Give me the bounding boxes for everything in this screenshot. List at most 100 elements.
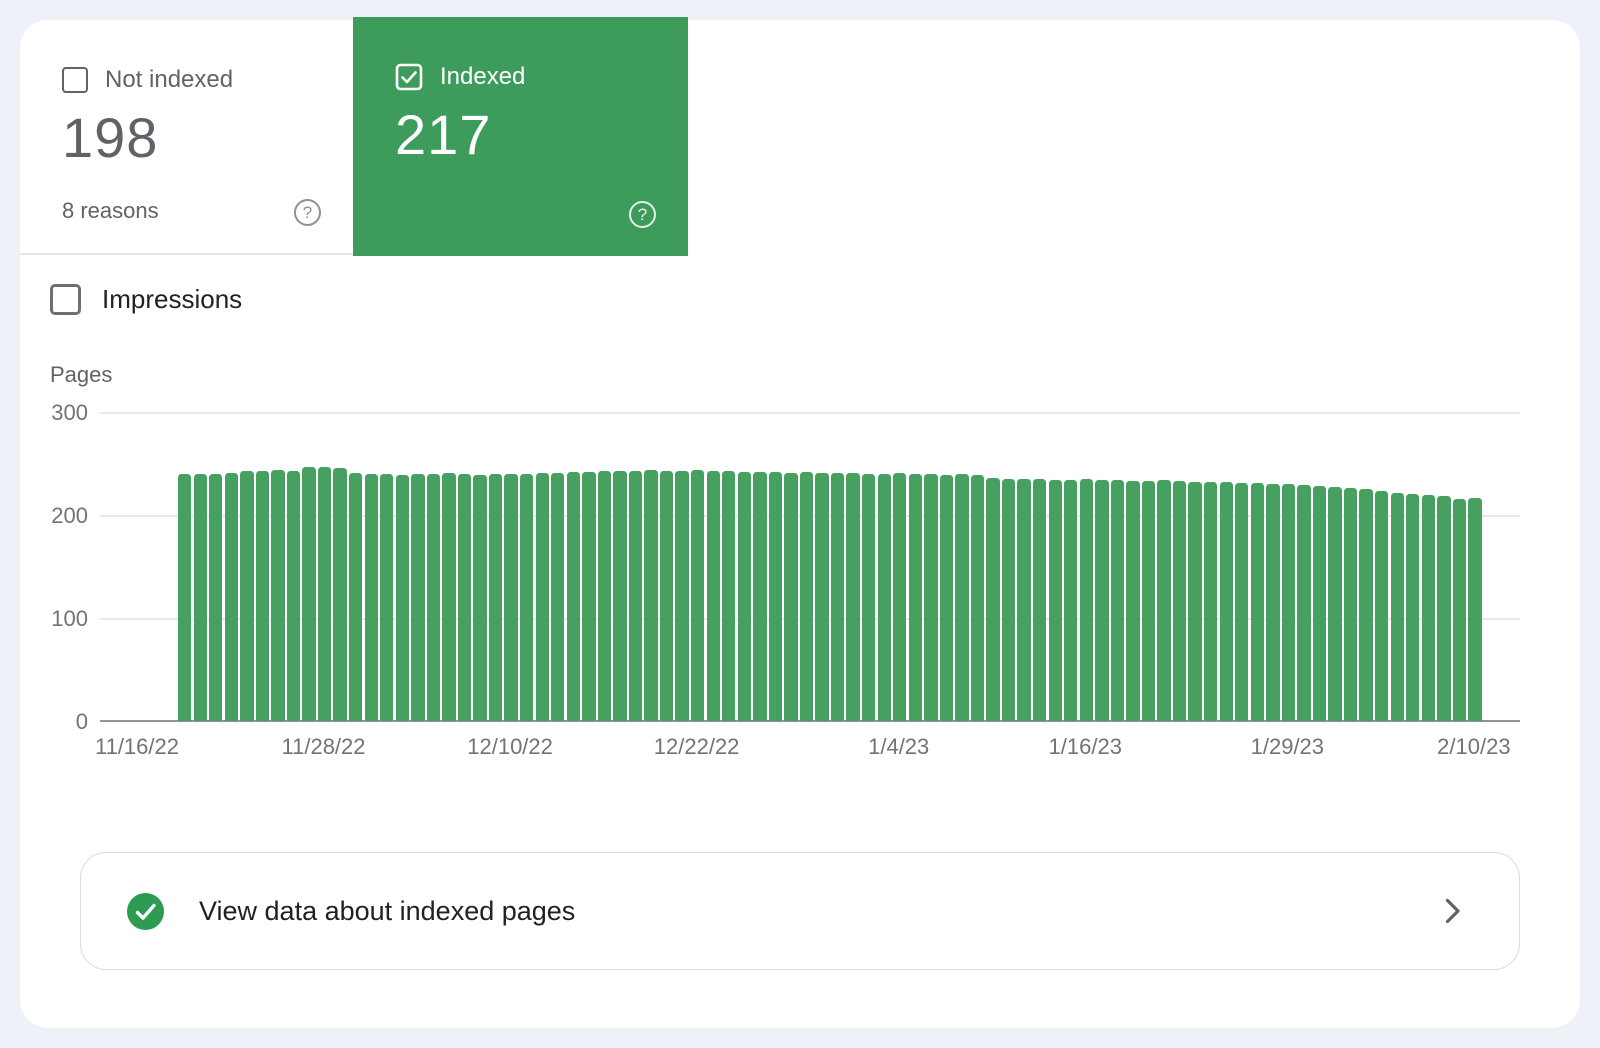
bar-1/22/23[interactable] bbox=[1173, 481, 1186, 721]
bar-12/28/22[interactable] bbox=[784, 473, 797, 721]
bar-2/9/23[interactable] bbox=[1453, 499, 1466, 721]
bar-1/5/23[interactable] bbox=[909, 474, 922, 721]
not-indexed-metric-box[interactable]: Not indexed 198 8 reasons ? bbox=[20, 20, 353, 254]
not-indexed-count: 198 bbox=[62, 110, 158, 166]
bar-1/13/23[interactable] bbox=[1033, 479, 1046, 721]
bar-12/13/22[interactable] bbox=[551, 473, 564, 721]
bar-11/21/22[interactable] bbox=[209, 474, 222, 721]
not-indexed-label: Not indexed bbox=[105, 66, 233, 94]
bar-1/12/23[interactable] bbox=[1017, 479, 1030, 721]
bar-12/12/22[interactable] bbox=[536, 473, 549, 721]
bar-12/1/22[interactable] bbox=[365, 474, 378, 721]
bar-1/16/23[interactable] bbox=[1080, 479, 1093, 721]
not-indexed-reasons: 8 reasons bbox=[62, 198, 159, 224]
bar-11/22/22[interactable] bbox=[225, 473, 238, 721]
bar-12/15/22[interactable] bbox=[582, 472, 595, 721]
bar-2/8/23[interactable] bbox=[1437, 496, 1450, 721]
bar-1/1/23[interactable] bbox=[846, 473, 859, 721]
help-icon[interactable]: ? bbox=[629, 201, 656, 228]
bar-1/27/23[interactable] bbox=[1251, 483, 1264, 721]
bar-12/29/22[interactable] bbox=[800, 472, 813, 721]
bar-2/1/23[interactable] bbox=[1328, 487, 1341, 721]
bar-12/11/22[interactable] bbox=[520, 474, 533, 721]
impressions-checkbox[interactable] bbox=[50, 284, 81, 315]
bar-12/3/22[interactable] bbox=[396, 475, 409, 721]
bar-12/18/22[interactable] bbox=[629, 471, 642, 721]
bar-12/2/22[interactable] bbox=[380, 474, 393, 721]
bar-1/29/23[interactable] bbox=[1282, 484, 1295, 721]
y-tick-label: 300 bbox=[28, 400, 88, 426]
bar-2/5/23[interactable] bbox=[1391, 493, 1404, 721]
bar-2/7/23[interactable] bbox=[1422, 495, 1435, 721]
indexed-checkbox-checked-icon[interactable] bbox=[395, 63, 423, 91]
bar-12/17/22[interactable] bbox=[613, 471, 626, 721]
bar-1/24/23[interactable] bbox=[1204, 482, 1217, 721]
bar-1/15/23[interactable] bbox=[1064, 480, 1077, 721]
bar-12/21/22[interactable] bbox=[675, 471, 688, 721]
bar-12/9/22[interactable] bbox=[489, 474, 502, 721]
bar-1/31/23[interactable] bbox=[1313, 486, 1326, 721]
bar-11/28/22[interactable] bbox=[318, 467, 331, 721]
bar-12/10/22[interactable] bbox=[504, 474, 517, 721]
bar-1/9/23[interactable] bbox=[971, 475, 984, 721]
bar-11/24/22[interactable] bbox=[256, 471, 269, 721]
bar-2/4/23[interactable] bbox=[1375, 491, 1388, 721]
view-indexed-pages-banner[interactable]: View data about indexed pages bbox=[80, 852, 1520, 970]
bar-11/20/22[interactable] bbox=[194, 474, 207, 721]
bar-12/31/22[interactable] bbox=[831, 473, 844, 721]
impressions-toggle[interactable]: Impressions bbox=[50, 284, 242, 315]
bar-1/10/23[interactable] bbox=[986, 478, 999, 721]
bar-1/3/23[interactable] bbox=[878, 474, 891, 721]
bar-12/14/22[interactable] bbox=[567, 472, 580, 721]
bar-11/27/22[interactable] bbox=[302, 467, 315, 721]
bar-12/20/22[interactable] bbox=[660, 471, 673, 721]
bar-1/7/23[interactable] bbox=[940, 475, 953, 721]
bar-12/27/22[interactable] bbox=[769, 472, 782, 721]
y-tick-label: 200 bbox=[28, 503, 88, 529]
bar-12/26/22[interactable] bbox=[753, 472, 766, 721]
bar-1/2/23[interactable] bbox=[862, 474, 875, 721]
bar-12/19/22[interactable] bbox=[644, 470, 657, 721]
indexed-metric-box[interactable]: Indexed 217 ? bbox=[353, 17, 688, 256]
help-icon[interactable]: ? bbox=[294, 199, 321, 226]
bar-11/23/22[interactable] bbox=[240, 471, 253, 721]
bar-2/10/23[interactable] bbox=[1468, 498, 1481, 722]
bar-1/19/23[interactable] bbox=[1126, 481, 1139, 721]
y-axis-title: Pages bbox=[50, 362, 112, 388]
bar-1/30/23[interactable] bbox=[1297, 485, 1310, 721]
bar-1/6/23[interactable] bbox=[924, 474, 937, 721]
bar-11/30/22[interactable] bbox=[349, 473, 362, 721]
bar-1/25/23[interactable] bbox=[1220, 482, 1233, 721]
bar-11/29/22[interactable] bbox=[333, 468, 346, 721]
bar-1/18/23[interactable] bbox=[1111, 480, 1124, 721]
bar-12/6/22[interactable] bbox=[442, 473, 455, 721]
x-tick-label: 12/22/22 bbox=[627, 734, 767, 760]
bar-1/21/23[interactable] bbox=[1157, 480, 1170, 721]
bar-2/2/23[interactable] bbox=[1344, 488, 1357, 721]
bar-2/6/23[interactable] bbox=[1406, 494, 1419, 721]
bar-1/28/23[interactable] bbox=[1266, 484, 1279, 721]
bar-1/26/23[interactable] bbox=[1235, 483, 1248, 721]
bar-11/25/22[interactable] bbox=[271, 470, 284, 721]
bar-1/11/23[interactable] bbox=[1002, 479, 1015, 721]
bar-12/22/22[interactable] bbox=[691, 470, 704, 721]
bar-2/3/23[interactable] bbox=[1359, 489, 1372, 721]
bar-1/20/23[interactable] bbox=[1142, 481, 1155, 721]
bar-12/23/22[interactable] bbox=[707, 471, 720, 721]
bar-12/16/22[interactable] bbox=[598, 471, 611, 721]
bar-11/26/22[interactable] bbox=[287, 471, 300, 721]
bar-12/8/22[interactable] bbox=[473, 475, 486, 721]
bar-12/30/22[interactable] bbox=[815, 473, 828, 721]
bar-1/14/23[interactable] bbox=[1049, 480, 1062, 721]
bar-1/23/23[interactable] bbox=[1188, 482, 1201, 721]
bar-12/25/22[interactable] bbox=[738, 472, 751, 721]
bar-12/5/22[interactable] bbox=[427, 474, 440, 721]
not-indexed-checkbox[interactable] bbox=[62, 67, 88, 93]
bar-1/8/23[interactable] bbox=[955, 474, 968, 721]
bar-12/7/22[interactable] bbox=[458, 474, 471, 721]
bar-11/19/22[interactable] bbox=[178, 474, 191, 721]
bar-12/24/22[interactable] bbox=[722, 471, 735, 721]
bar-1/4/23[interactable] bbox=[893, 473, 906, 721]
bar-1/17/23[interactable] bbox=[1095, 480, 1108, 721]
bar-12/4/22[interactable] bbox=[411, 474, 424, 721]
